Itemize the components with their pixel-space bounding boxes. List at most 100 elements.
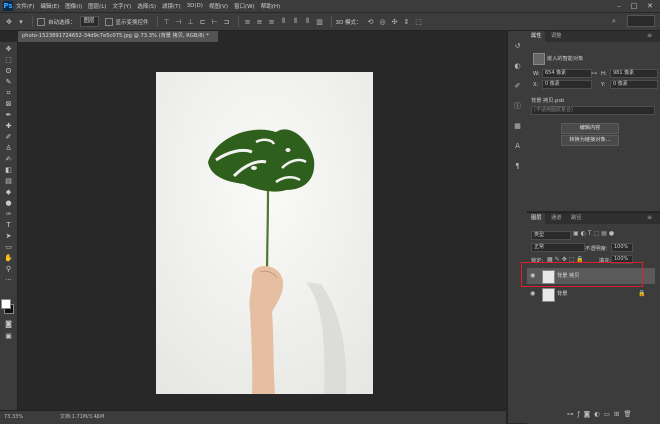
3d-roll-icon[interactable]: ◎ <box>378 18 388 26</box>
brush-panel-icon[interactable]: ✐ <box>512 81 523 91</box>
3d-rotate-icon[interactable]: ⟲ <box>366 18 376 26</box>
edit-contents-button[interactable]: 编辑内容 <box>561 123 619 134</box>
brush-tool-icon[interactable]: ✐ <box>3 132 14 142</box>
type-tool-icon[interactable]: T <box>3 220 14 230</box>
history-panel-icon[interactable]: ↺ <box>512 41 523 51</box>
layer-row-background[interactable]: ◉ 背景 🔒 <box>527 286 655 302</box>
panel-menu-icon[interactable]: ≡ <box>647 214 652 221</box>
menu-help[interactable]: 帮助(H) <box>261 2 280 10</box>
align-top-icon[interactable]: ⊤ <box>162 18 172 26</box>
lasso-tool-icon[interactable]: ʘ <box>3 66 14 76</box>
align-left-icon[interactable]: ⊏ <box>198 18 208 26</box>
tab-adjustments[interactable]: 调整 <box>547 31 565 42</box>
clone-stamp-tool-icon[interactable]: ♙ <box>3 143 14 153</box>
link-icon[interactable]: ⊶ <box>591 70 597 77</box>
eyedropper-tool-icon[interactable]: ✒ <box>3 110 14 120</box>
menu-3d[interactable]: 3D(D) <box>187 3 203 9</box>
pen-tool-icon[interactable]: ✑ <box>3 209 14 219</box>
tab-paths[interactable]: 路径 <box>567 213 585 224</box>
crop-tool-icon[interactable]: ⌗ <box>3 88 14 98</box>
rectangle-tool-icon[interactable]: ▭ <box>3 242 14 252</box>
zoom-tool-icon[interactable]: ⚲ <box>3 264 14 274</box>
new-layer-icon[interactable]: ⊞ <box>614 410 623 418</box>
paragraph-panel-icon[interactable]: ¶ <box>512 161 523 171</box>
layer-filter-kind-select[interactable]: 类型 <box>531 231 571 240</box>
document-tab[interactable]: photo-1523891724652-34d9c7e5c075.jpg @ 7… <box>18 31 218 42</box>
3d-slide-icon[interactable]: ⇕ <box>402 18 412 26</box>
auto-select-dropdown[interactable]: 图层 <box>79 16 99 27</box>
auto-select-checkbox[interactable] <box>37 17 45 26</box>
blend-mode-select[interactable]: 正常 <box>531 243 585 252</box>
y-field[interactable]: 0 像素 <box>610 80 658 89</box>
adjustments-panel-icon[interactable]: ◐ <box>512 61 523 71</box>
layers-footer-icons[interactable]: ⊶ƒ◙◐▭⊞🗑 <box>567 410 657 420</box>
foreground-color-swatch[interactable] <box>1 299 11 309</box>
menu-layer[interactable]: 图层(L) <box>88 2 106 10</box>
menu-view[interactable]: 视图(V) <box>209 2 228 10</box>
swatches-panel-icon[interactable]: ▦ <box>512 121 523 131</box>
close-icon[interactable]: ✕ <box>643 0 657 12</box>
menu-filter[interactable]: 滤镜(T) <box>162 2 181 10</box>
width-field[interactable]: 654 像素 <box>542 69 592 78</box>
move-tool-icon[interactable]: ✥ <box>4 18 14 26</box>
document-canvas[interactable] <box>156 72 373 394</box>
workspace-switcher-icon[interactable] <box>627 15 655 27</box>
distribute-hcenter-icon[interactable]: ⦀ <box>291 17 301 26</box>
trash-icon[interactable]: 🗑 <box>623 410 635 418</box>
healing-brush-tool-icon[interactable]: ✚ <box>3 121 14 131</box>
gradient-tool-icon[interactable]: ▤ <box>3 176 14 186</box>
link-layers-icon[interactable]: ⊶ <box>567 410 578 418</box>
height-field[interactable]: 981 像素 <box>610 69 658 78</box>
path-select-tool-icon[interactable]: ➤ <box>3 231 14 241</box>
menu-window[interactable]: 窗口(W) <box>234 2 255 10</box>
distribute-left-icon[interactable]: ⦀ <box>279 17 289 26</box>
align-bottom-icon[interactable]: ⊥ <box>186 18 196 26</box>
quick-select-tool-icon[interactable]: ✎ <box>3 77 14 87</box>
eraser-tool-icon[interactable]: ◧ <box>3 165 14 175</box>
quick-mask-icon[interactable]: ◙ <box>3 319 14 329</box>
auto-align-icon[interactable]: ▥ <box>315 18 325 26</box>
status-menu-chevron-icon[interactable]: › <box>96 411 98 424</box>
history-brush-tool-icon[interactable]: ✍ <box>3 154 14 164</box>
distribute-vcenter-icon[interactable]: ≡ <box>255 18 265 26</box>
tab-layers[interactable]: 图层 <box>527 213 546 224</box>
convert-to-linked-button[interactable]: 转换为链接对象... <box>561 135 619 146</box>
tab-properties[interactable]: 属性 <box>527 31 546 42</box>
adjustment-layer-icon[interactable]: ◐ <box>594 410 604 418</box>
info-panel-icon[interactable]: ⓘ <box>512 101 523 111</box>
distribute-bottom-icon[interactable]: ≡ <box>267 18 277 26</box>
menu-select[interactable]: 选择(S) <box>137 2 156 10</box>
tab-channels[interactable]: 通道 <box>547 213 565 224</box>
distribute-top-icon[interactable]: ≡ <box>243 18 253 26</box>
eye-icon[interactable]: ◉ <box>530 290 535 297</box>
add-mask-icon[interactable]: ◙ <box>584 410 594 418</box>
align-right-icon[interactable]: ⊐ <box>222 18 232 26</box>
dodge-tool-icon[interactable]: ● <box>3 198 14 208</box>
3d-scale-icon[interactable]: ⬚ <box>414 18 424 26</box>
align-hcenter-icon[interactable]: ⊢ <box>210 18 220 26</box>
layer-name[interactable]: 背景 <box>557 290 567 297</box>
layer-comp-select[interactable]: (不适用图层复合) <box>531 106 655 115</box>
screen-mode-icon[interactable]: ▣ <box>3 331 14 341</box>
marquee-tool-icon[interactable]: ⬚ <box>3 55 14 65</box>
menu-image[interactable]: 图像(I) <box>65 2 82 10</box>
more-tools-icon[interactable]: ··· <box>3 275 14 285</box>
character-panel-icon[interactable]: A <box>512 141 523 151</box>
maximize-icon[interactable]: □ <box>627 0 641 12</box>
blur-tool-icon[interactable]: ◆ <box>3 187 14 197</box>
layer-filter-icons[interactable]: ▣◐T⬚▤● <box>573 230 616 237</box>
3d-drag-icon[interactable]: ✣ <box>390 18 400 26</box>
distribute-right-icon[interactable]: ⦀ <box>303 17 313 26</box>
opacity-field[interactable]: 100% <box>611 243 633 252</box>
frame-tool-icon[interactable]: ⊠ <box>3 99 14 109</box>
group-icon[interactable]: ▭ <box>604 410 614 418</box>
menu-edit[interactable]: 编辑(E) <box>40 2 59 10</box>
minimize-icon[interactable]: – <box>612 0 626 12</box>
align-vcenter-icon[interactable]: ⊣ <box>174 18 184 26</box>
move-tool-icon[interactable]: ✥ <box>3 44 14 54</box>
menu-type[interactable]: 文字(Y) <box>113 2 132 10</box>
menu-file[interactable]: 文件(F) <box>16 2 34 10</box>
tool-preset-chevron-icon[interactable]: ▾ <box>16 18 26 26</box>
panel-menu-icon[interactable]: ≡ <box>647 32 652 39</box>
search-icon[interactable]: ⌕ <box>612 17 616 26</box>
